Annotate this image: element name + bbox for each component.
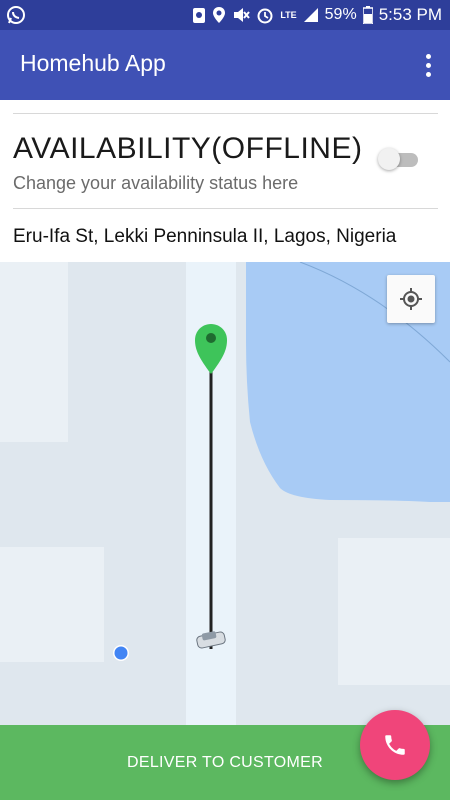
- current-location-dot: [113, 645, 129, 661]
- divider: [13, 113, 438, 114]
- app-title: Homehub App: [20, 50, 166, 76]
- signal-icon: [303, 8, 318, 22]
- mute-icon: [234, 8, 251, 22]
- map-view[interactable]: [0, 262, 450, 725]
- my-location-button[interactable]: [387, 275, 435, 323]
- deliver-label: DELIVER TO CUSTOMER: [127, 753, 323, 771]
- call-button[interactable]: [360, 710, 430, 780]
- availability-title: AVAILABILITY(OFFLINE): [13, 132, 363, 165]
- status-bar: LTE 59% 5:53 PM: [0, 0, 450, 30]
- location-icon: [213, 7, 226, 23]
- phone-icon: [385, 735, 405, 755]
- whatsapp-icon: [7, 6, 25, 24]
- battery-percent: 59%: [324, 6, 357, 23]
- android-notification-icon: [193, 8, 206, 23]
- address-text: Eru-Ifa St, Lekki Penninsula II, Lagos, …: [13, 226, 397, 247]
- availability-subtitle: Change your availability status here: [13, 173, 299, 193]
- availability-toggle[interactable]: [378, 147, 418, 170]
- battery-icon: [362, 6, 373, 24]
- divider: [13, 208, 438, 209]
- clock: 5:53 PM: [378, 5, 442, 24]
- my-location-icon: [400, 288, 422, 310]
- app-bar: Homehub App: [0, 30, 450, 100]
- alarm-icon: [257, 8, 273, 24]
- toggle-thumb: [378, 148, 400, 170]
- map-canvas: [0, 262, 450, 725]
- overflow-menu-icon[interactable]: [420, 52, 436, 78]
- network-type: LTE: [280, 10, 297, 20]
